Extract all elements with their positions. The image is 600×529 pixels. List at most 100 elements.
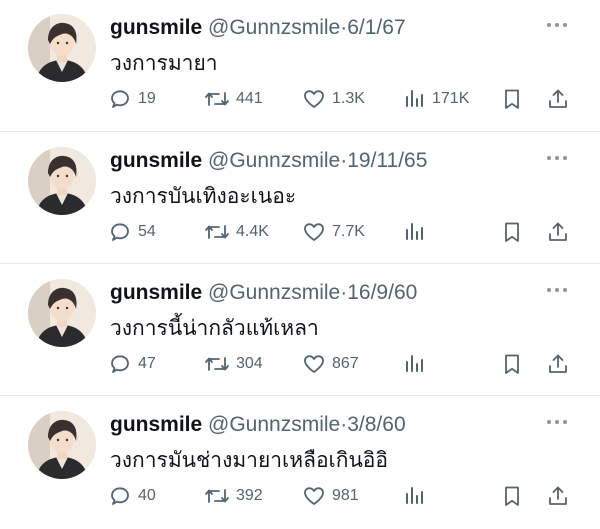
- like-button[interactable]: 1.3K: [302, 86, 365, 112]
- share-icon: [546, 87, 570, 111]
- more-horizontal-icon[interactable]: [545, 415, 569, 429]
- views-bar-chart-icon: [404, 484, 426, 508]
- tweet-header: gunsmile @Gunnzsmile·6/1/67: [110, 15, 406, 41]
- views-button[interactable]: [404, 483, 432, 509]
- tweet[interactable]: gunsmile @Gunnzsmile·6/1/67 วงการมายา 19…: [0, 0, 600, 132]
- like-count: 7.7K: [332, 223, 365, 240]
- reply-button[interactable]: 19: [108, 86, 156, 112]
- avatar[interactable]: [28, 147, 96, 215]
- share-icon: [546, 220, 570, 244]
- reply-button[interactable]: 40: [108, 483, 156, 509]
- views-bar-chart-icon: [404, 352, 426, 376]
- tweet-actions: 47 304 867: [108, 351, 578, 377]
- retweet-icon: [204, 352, 230, 376]
- like-count: 981: [332, 487, 359, 504]
- reply-count: 40: [138, 487, 156, 504]
- bookmark-button[interactable]: [501, 351, 523, 377]
- reply-icon: [108, 352, 132, 376]
- reply-icon: [108, 484, 132, 508]
- share-button[interactable]: [546, 86, 570, 112]
- share-button[interactable]: [546, 351, 570, 377]
- display-name[interactable]: gunsmile: [110, 413, 202, 436]
- retweet-count: 392: [236, 487, 263, 504]
- views-button[interactable]: [404, 219, 432, 245]
- more-horizontal-icon[interactable]: [545, 151, 569, 165]
- like-button[interactable]: 981: [302, 483, 359, 509]
- tweet-text: วงการมันช่างมายาเหลือเกินอิอิ: [110, 448, 389, 472]
- like-count: 1.3K: [332, 90, 365, 107]
- avatar[interactable]: [28, 411, 96, 479]
- bookmark-icon: [501, 352, 523, 376]
- retweet-icon: [204, 220, 230, 244]
- tweet-text: วงการมายา: [110, 51, 218, 75]
- retweet-count: 441: [236, 90, 263, 107]
- retweet-button[interactable]: 441: [204, 86, 263, 112]
- tweet[interactable]: gunsmile @Gunnzsmile·3/8/60 วงการมันช่าง…: [0, 397, 600, 529]
- reply-button[interactable]: 47: [108, 351, 156, 377]
- avatar[interactable]: [28, 14, 96, 82]
- tweet-text: วงการบันเทิงอะเนอะ: [110, 184, 297, 208]
- heart-icon: [302, 220, 326, 244]
- display-name[interactable]: gunsmile: [110, 16, 202, 39]
- views-button[interactable]: [404, 351, 432, 377]
- reply-icon: [108, 220, 132, 244]
- like-button[interactable]: 7.7K: [302, 219, 365, 245]
- retweet-button[interactable]: 392: [204, 483, 263, 509]
- tweet-actions: 40 392 981: [108, 483, 578, 509]
- share-button[interactable]: [546, 483, 570, 509]
- reply-count: 47: [138, 355, 156, 372]
- divider: [0, 395, 600, 396]
- tweet-date[interactable]: 16/9/60: [347, 281, 417, 304]
- share-icon: [546, 352, 570, 376]
- divider: [0, 131, 600, 132]
- display-name[interactable]: gunsmile: [110, 281, 202, 304]
- display-name[interactable]: gunsmile: [110, 149, 202, 172]
- more-horizontal-icon[interactable]: [545, 18, 569, 32]
- views-bar-chart-icon: [404, 220, 426, 244]
- bookmark-icon: [501, 220, 523, 244]
- tweet-actions: 19 441 1.3K 171K: [108, 86, 578, 112]
- reply-button[interactable]: 54: [108, 219, 156, 245]
- user-handle[interactable]: @Gunnzsmile: [208, 16, 340, 39]
- tweet-text: วงการนี้น่ากลัวแท้เหลา: [110, 316, 319, 340]
- reply-icon: [108, 87, 132, 111]
- share-icon: [546, 484, 570, 508]
- avatar[interactable]: [28, 279, 96, 347]
- heart-icon: [302, 352, 326, 376]
- tweet[interactable]: gunsmile @Gunnzsmile·19/11/65 วงการบันเท…: [0, 133, 600, 265]
- bookmark-button[interactable]: [501, 86, 523, 112]
- reply-count: 19: [138, 90, 156, 107]
- like-count: 867: [332, 355, 359, 372]
- retweet-count: 304: [236, 355, 263, 372]
- tweet-header: gunsmile @Gunnzsmile·3/8/60: [110, 412, 406, 438]
- tweet[interactable]: gunsmile @Gunnzsmile·16/9/60 วงการนี้น่า…: [0, 265, 600, 397]
- bookmark-button[interactable]: [501, 483, 523, 509]
- more-horizontal-icon[interactable]: [545, 283, 569, 297]
- bookmark-icon: [501, 484, 523, 508]
- tweet-date[interactable]: 6/1/67: [347, 16, 405, 39]
- views-bar-chart-icon: [404, 87, 426, 111]
- retweet-button[interactable]: 304: [204, 351, 263, 377]
- retweet-button[interactable]: 4.4K: [204, 219, 269, 245]
- like-button[interactable]: 867: [302, 351, 359, 377]
- views-count: 171K: [432, 90, 470, 107]
- divider: [0, 263, 600, 264]
- retweet-icon: [204, 484, 230, 508]
- user-handle[interactable]: @Gunnzsmile: [208, 413, 340, 436]
- reply-count: 54: [138, 223, 156, 240]
- views-button[interactable]: 171K: [404, 86, 469, 112]
- tweet-header: gunsmile @Gunnzsmile·16/9/60: [110, 280, 417, 306]
- tweet-feed: gunsmile @Gunnzsmile·6/1/67 วงการมายา 19…: [0, 0, 600, 522]
- bookmark-button[interactable]: [501, 219, 523, 245]
- bookmark-icon: [501, 87, 523, 111]
- tweet-date[interactable]: 3/8/60: [347, 413, 405, 436]
- retweet-count: 4.4K: [236, 223, 269, 240]
- user-handle[interactable]: @Gunnzsmile: [208, 281, 340, 304]
- share-button[interactable]: [546, 219, 570, 245]
- retweet-icon: [204, 87, 230, 111]
- tweet-date[interactable]: 19/11/65: [347, 149, 427, 172]
- heart-icon: [302, 87, 326, 111]
- tweet-actions: 54 4.4K 7.7K: [108, 219, 578, 245]
- heart-icon: [302, 484, 326, 508]
- user-handle[interactable]: @Gunnzsmile: [208, 149, 340, 172]
